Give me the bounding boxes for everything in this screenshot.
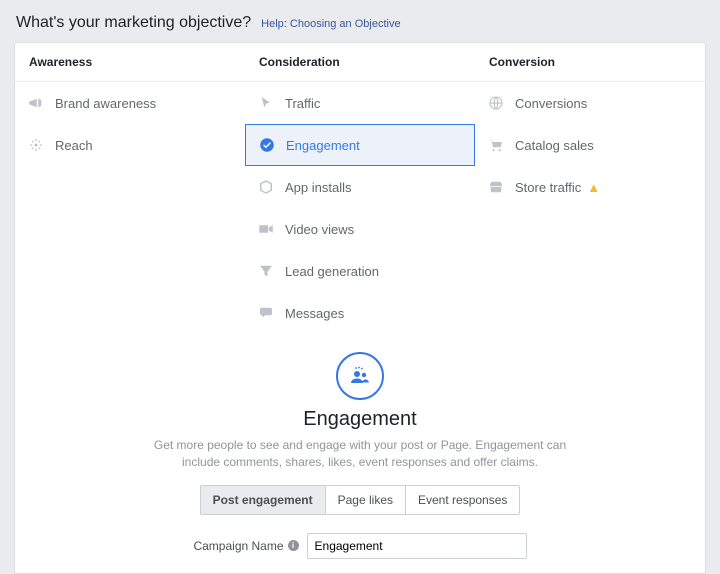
objective-label: Messages [285, 306, 344, 321]
objective-label: Conversions [515, 96, 587, 111]
objective-app-installs[interactable]: App installs [245, 166, 475, 208]
objective-reach[interactable]: Reach [15, 124, 245, 166]
objective-engagement[interactable]: Engagement [245, 124, 475, 166]
objective-label: Store traffic [515, 180, 581, 195]
objective-label: App installs [285, 180, 351, 195]
help-link[interactable]: Help: Choosing an Objective [261, 18, 400, 30]
objective-catalog-sales[interactable]: Catalog sales [475, 124, 705, 166]
info-icon[interactable]: i [288, 540, 299, 551]
column-header-awareness: Awareness [15, 43, 245, 82]
cart-icon [487, 136, 505, 154]
objective-label: Video views [285, 222, 354, 237]
funnel-icon [257, 262, 275, 280]
check-circle-icon [258, 136, 276, 154]
objective-conversions[interactable]: Conversions [475, 82, 705, 124]
store-icon [487, 178, 505, 196]
objective-label: Traffic [285, 96, 320, 111]
reach-icon [27, 136, 45, 154]
campaign-name-label: Campaign Name i [193, 539, 298, 553]
objective-label: Lead generation [285, 264, 379, 279]
selected-objective-description: Get more people to see and engage with y… [140, 437, 580, 471]
selected-objective-title: Engagement [55, 408, 665, 431]
objective-store-traffic[interactable]: Store traffic ▲ [475, 166, 705, 208]
video-icon [257, 220, 275, 238]
column-header-conversion: Conversion [475, 43, 705, 82]
cursor-icon [257, 94, 275, 112]
objective-label: Engagement [286, 138, 360, 153]
messages-icon [257, 304, 275, 322]
objective-traffic[interactable]: Traffic [245, 82, 475, 124]
tab-event-responses[interactable]: Event responses [406, 486, 519, 514]
warning-icon: ▲ [587, 180, 600, 195]
objective-brand-awareness[interactable]: Brand awareness [15, 82, 245, 124]
objective-label: Reach [55, 138, 93, 153]
tab-page-likes[interactable]: Page likes [326, 486, 406, 514]
page-title: What's your marketing objective? [16, 14, 251, 32]
objective-video-views[interactable]: Video views [245, 208, 475, 250]
objective-messages[interactable]: Messages [245, 292, 475, 334]
engagement-icon [336, 352, 384, 400]
megaphone-icon [27, 94, 45, 112]
objective-lead-generation[interactable]: Lead generation [245, 250, 475, 292]
engagement-type-tabs: Post engagement Page likes Event respons… [200, 485, 521, 515]
campaign-name-input[interactable] [307, 533, 527, 559]
column-header-consideration: Consideration [245, 43, 475, 82]
box-icon [257, 178, 275, 196]
tab-post-engagement[interactable]: Post engagement [201, 486, 326, 514]
globe-icon [487, 94, 505, 112]
objective-label: Brand awareness [55, 96, 156, 111]
objective-label: Catalog sales [515, 138, 594, 153]
